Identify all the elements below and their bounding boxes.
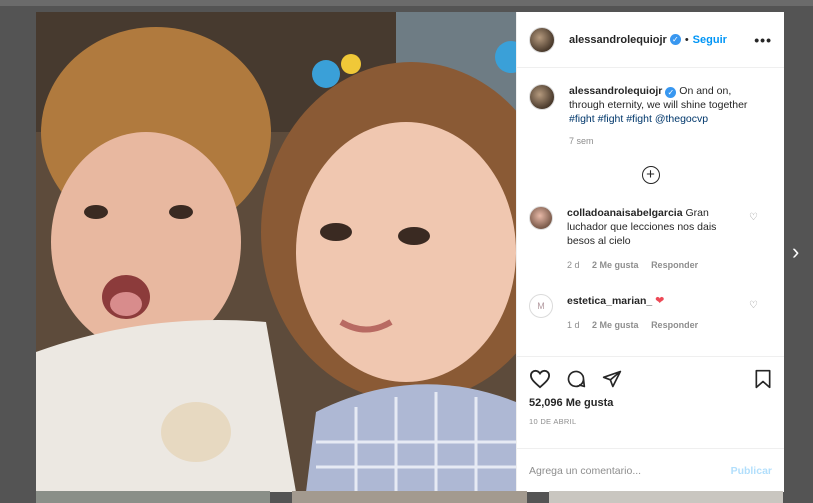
comment-icon[interactable]: [565, 369, 587, 389]
comment-time[interactable]: 1 d: [567, 320, 580, 330]
hashtag-link[interactable]: #fight: [626, 113, 652, 125]
post-date[interactable]: 10 DE ABRIL: [529, 417, 772, 426]
commenter-avatar[interactable]: M: [529, 294, 553, 318]
post-header: alessandrolequiojr ✓ • Seguir •••: [517, 12, 784, 68]
comment-item: M estetica_marian_ ❤ 1 d 2 Me gusta Resp…: [529, 294, 772, 332]
author-username[interactable]: alessandrolequiojr: [569, 34, 667, 46]
photo-illustration: [36, 12, 516, 492]
verified-badge-icon: ✓: [665, 87, 677, 98]
mention-link[interactable]: @thegocvp: [655, 113, 708, 125]
hashtag-link[interactable]: #fight: [569, 113, 595, 125]
comment-username[interactable]: estetica_marian_: [567, 295, 652, 307]
post-actions: 52,096 Me gusta 10 DE ABRIL: [517, 356, 784, 448]
hashtag-link[interactable]: #fight: [598, 113, 624, 125]
logo-avatar-letter: M: [537, 301, 545, 311]
red-heart-emoji: ❤: [655, 295, 665, 307]
caption-timestamp[interactable]: 7 sem: [569, 134, 769, 148]
comment-time[interactable]: 2 d: [567, 260, 580, 270]
comment-likes[interactable]: 2 Me gusta: [592, 320, 639, 330]
comment-username[interactable]: colladoanaisabelgarcia: [567, 207, 683, 219]
post-photo[interactable]: [36, 12, 516, 492]
bookmark-icon[interactable]: [754, 369, 772, 389]
post-side-panel: alessandrolequiojr ✓ • Seguir ••• alessa…: [516, 12, 784, 492]
reply-button[interactable]: Responder: [651, 320, 698, 330]
comment-item: colladoanaisabelgarcia Gran luchador que…: [529, 206, 772, 272]
comment-body: colladoanaisabelgarcia Gran luchador que…: [567, 206, 747, 272]
caption-username[interactable]: alessandrolequiojr: [569, 85, 662, 97]
page-background-strip: [0, 0, 813, 6]
caption-author-avatar[interactable]: [529, 84, 555, 110]
comment-body: estetica_marian_ ❤ 1 d 2 Me gusta Respon…: [567, 294, 747, 332]
share-icon[interactable]: [601, 369, 623, 389]
comments-section: alessandrolequiojr ✓ On and on, through e…: [517, 68, 784, 356]
add-comment-bar: Publicar: [517, 448, 784, 492]
likes-count[interactable]: 52,096 Me gusta: [529, 397, 772, 409]
comment-like-heart-icon[interactable]: ♡: [749, 300, 758, 311]
author-avatar[interactable]: [529, 26, 555, 53]
more-options-icon[interactable]: •••: [754, 32, 772, 48]
post-modal: alessandrolequiojr ✓ • Seguir ••• alessa…: [36, 12, 784, 492]
thumbnail[interactable]: [36, 491, 271, 503]
verified-badge-icon: ✓: [669, 34, 681, 45]
thumbnail[interactable]: [292, 491, 527, 503]
action-icons-row: [529, 367, 772, 391]
separator-dot: •: [684, 33, 689, 46]
load-more-comments-icon[interactable]: +: [641, 166, 660, 184]
chevron-right-icon[interactable]: ›: [792, 240, 806, 264]
follow-button[interactable]: Seguir: [693, 34, 727, 46]
caption-body: alessandrolequiojr ✓ On and on, through e…: [569, 84, 769, 148]
comment-likes[interactable]: 2 Me gusta: [592, 260, 639, 270]
background-thumbnails: [36, 491, 783, 503]
comment-meta: 2 d 2 Me gusta Responder: [567, 258, 747, 272]
reply-button[interactable]: Responder: [651, 260, 698, 270]
heart-icon[interactable]: [529, 369, 551, 389]
commenter-avatar[interactable]: [529, 206, 553, 230]
post-caption: alessandrolequiojr ✓ On and on, through e…: [529, 84, 772, 148]
comment-input[interactable]: [529, 464, 731, 477]
publish-button[interactable]: Publicar: [731, 465, 772, 477]
comment-like-heart-icon[interactable]: ♡: [749, 212, 758, 223]
comment-meta: 1 d 2 Me gusta Responder: [567, 318, 747, 332]
thumbnail[interactable]: [548, 491, 783, 503]
